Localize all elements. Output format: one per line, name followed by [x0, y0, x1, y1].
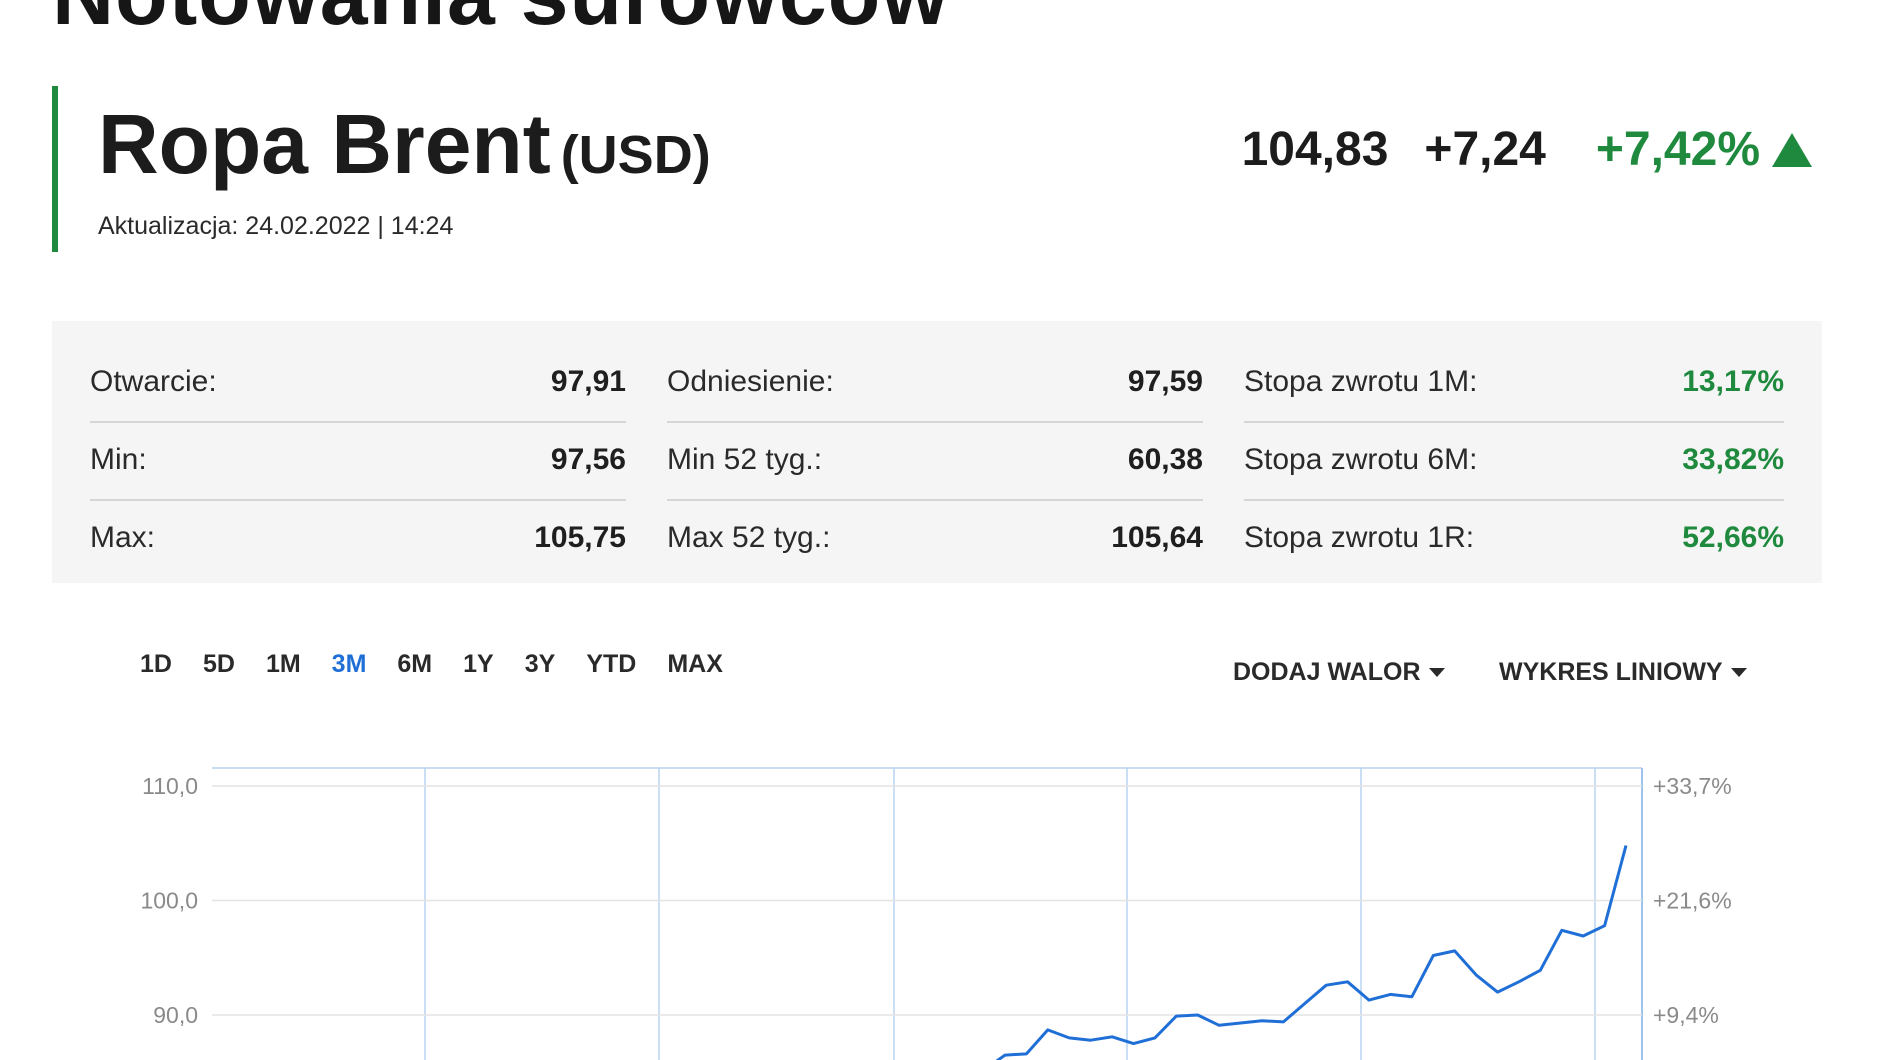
- stat-label: Min:: [90, 443, 147, 476]
- stats-panel: Otwarcie: 97,91 Min: 97,56 Max: 105,75 O…: [52, 321, 1822, 583]
- stat-label: Stopa zwrotu 1M:: [1244, 365, 1478, 398]
- stat-row: Stopa zwrotu 1R: 52,66%: [1244, 501, 1784, 577]
- triangle-up-icon: [1772, 132, 1812, 167]
- stat-value: 33,82%: [1682, 443, 1784, 476]
- stat-value: 105,64: [1111, 521, 1203, 554]
- stats-column: Stopa zwrotu 1M: 13,17% Stopa zwrotu 6M:…: [1244, 345, 1784, 577]
- stat-value: 52,66%: [1682, 521, 1784, 554]
- stat-value: 60,38: [1127, 443, 1203, 476]
- chart-type-dropdown[interactable]: WYKRES LINIOWY: [1499, 658, 1747, 687]
- stat-label: Max:: [90, 521, 156, 554]
- stat-row: Stopa zwrotu 6M: 33,82%: [1244, 423, 1784, 501]
- range-tab-5d[interactable]: 5D: [203, 650, 235, 679]
- stat-label: Otwarcie:: [90, 365, 217, 398]
- stats-column: Otwarcie: 97,91 Min: 97,56 Max: 105,75: [90, 345, 626, 577]
- range-tab-3m[interactable]: 3M: [332, 650, 367, 679]
- price-change: +7,24: [1424, 123, 1546, 176]
- stat-value: 105,75: [534, 521, 626, 554]
- y-tick-label: 90,0: [153, 1002, 198, 1028]
- y2-tick-label: +21,6%: [1653, 888, 1732, 914]
- add-security-label: DODAJ WALOR: [1233, 658, 1421, 686]
- stats-column: Odniesienie: 97,59 Min 52 tyg.: 60,38 Ma…: [667, 345, 1203, 577]
- price-chart: 110,0 +33,7% 100,0 +21,6% 90,0 +9,4%: [140, 767, 1732, 1060]
- stat-label: Stopa zwrotu 1R:: [1244, 521, 1475, 554]
- stat-row: Stopa zwrotu 1M: 13,17%: [1244, 345, 1784, 423]
- stat-row: Otwarcie: 97,91: [90, 345, 626, 423]
- stat-row: Min 52 tyg.: 60,38: [667, 423, 1203, 501]
- add-security-dropdown[interactable]: DODAJ WALOR: [1233, 658, 1445, 687]
- instrument-name: Ropa Brent: [98, 97, 551, 191]
- range-tab-6m[interactable]: 6M: [397, 650, 432, 679]
- y2-tick-label: +33,7%: [1653, 773, 1732, 799]
- stat-label: Stopa zwrotu 6M:: [1244, 443, 1478, 476]
- range-tab-1m[interactable]: 1M: [266, 650, 301, 679]
- stat-row: Max 52 tyg.: 105,64: [667, 501, 1203, 577]
- plot-area: [212, 768, 1642, 1060]
- caret-down-icon: [1428, 668, 1445, 677]
- range-tab-3y[interactable]: 3Y: [525, 650, 556, 679]
- range-tab-ytd[interactable]: YTD: [586, 650, 636, 679]
- range-tab-1y[interactable]: 1Y: [463, 650, 494, 679]
- last-price: 104,83: [1241, 123, 1389, 176]
- stat-value: 97,56: [550, 443, 626, 476]
- range-tabs: 1D 5D 1M 3M 6M 1Y 3Y YTD MAX: [140, 650, 754, 679]
- price-change-percent: +7,42%: [1595, 123, 1760, 176]
- updated-timestamp: Aktualizacja: 24.02.2022 | 14:24: [98, 212, 454, 240]
- page-title: Notowania surowców: [52, 0, 949, 38]
- instrument-header: Ropa Brent (USD) Aktualizacja: 24.02.2022…: [52, 86, 1812, 252]
- range-tab-max[interactable]: MAX: [667, 650, 723, 679]
- stat-row: Min: 97,56: [90, 423, 626, 501]
- stat-value: 97,59: [1127, 365, 1203, 398]
- chart-type-label: WYKRES LINIOWY: [1499, 658, 1723, 686]
- y2-tick-label: +9,4%: [1653, 1002, 1719, 1028]
- instrument-currency: (USD): [560, 125, 711, 185]
- stat-value: 97,91: [550, 365, 626, 398]
- stat-label: Max 52 tyg.:: [667, 521, 831, 554]
- instrument-name-wrap: Ropa Brent (USD): [98, 96, 711, 193]
- range-tab-1d[interactable]: 1D: [140, 650, 172, 679]
- caret-down-icon: [1730, 668, 1747, 677]
- stat-row: Max: 105,75: [90, 501, 626, 577]
- price-change-percent-wrap: +7,42%: [1596, 122, 1812, 177]
- stat-label: Min 52 tyg.:: [667, 443, 823, 476]
- stat-row: Odniesienie: 97,59: [667, 345, 1203, 423]
- stat-label: Odniesienie:: [667, 365, 834, 398]
- stat-value: 13,17%: [1682, 365, 1784, 398]
- quote: 104,83 +7,24 +7,42%: [1242, 122, 1812, 177]
- y-tick-label: 100,0: [140, 888, 198, 914]
- accent-bar: [52, 86, 58, 252]
- y-tick-label: 110,0: [142, 773, 198, 799]
